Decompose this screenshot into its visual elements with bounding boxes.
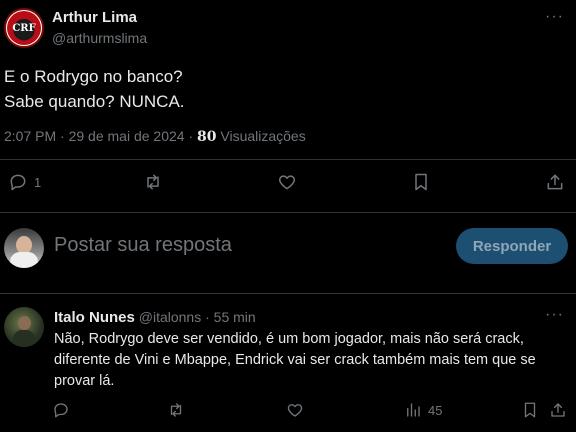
author-avatar[interactable]: CRF xyxy=(4,8,44,48)
tweet-meta: 2:07 PM · 29 de mai de 2024 · 80 Visuali… xyxy=(4,128,306,145)
reply-count: 1 xyxy=(34,174,42,190)
divider xyxy=(0,212,576,213)
share-button[interactable] xyxy=(545,172,565,192)
like-button[interactable] xyxy=(277,172,297,192)
like-icon xyxy=(278,175,296,190)
bookmark-icon xyxy=(524,402,536,418)
divider xyxy=(0,293,576,294)
comment-share-button[interactable] xyxy=(549,401,567,419)
share-icon xyxy=(547,174,563,190)
more-options-icon[interactable]: ··· xyxy=(545,8,564,26)
comment-time[interactable]: 55 min xyxy=(214,309,256,325)
tweet-text-line-2: Sabe quando? NUNCA. xyxy=(4,92,185,111)
comment-like-button[interactable] xyxy=(286,401,304,419)
comment-views-count: 45 xyxy=(428,402,443,418)
divider xyxy=(0,159,576,160)
tweet-action-bar: 1 xyxy=(0,172,576,200)
comment-action-bar: 45 xyxy=(0,401,576,425)
reply-button[interactable]: 1 xyxy=(8,172,41,192)
share-icon xyxy=(551,403,565,417)
author-handle[interactable]: @arthurmslima xyxy=(52,30,147,46)
comment-more-options-icon[interactable]: ··· xyxy=(545,306,564,324)
comment-reply-button[interactable] xyxy=(52,401,70,419)
reply-input[interactable]: Postar sua resposta xyxy=(54,234,232,257)
tweet-text: E o Rodrygo no banco? Sabe quando? NUNCA… xyxy=(4,64,185,114)
author-name[interactable]: Arthur Lima xyxy=(52,9,137,26)
reply-icon xyxy=(54,403,68,418)
comment-text: Não, Rodrygo deve ser vendido, é um bom … xyxy=(54,331,536,389)
tweet-timestamp[interactable]: 2:07 PM · 29 de mai de 2024 · xyxy=(4,128,197,144)
retweet-icon xyxy=(170,403,182,417)
views-label: Visualizações xyxy=(216,128,306,144)
comment-bookmark-button[interactable] xyxy=(521,401,539,419)
comment-author-name[interactable]: Italo Nunes xyxy=(54,309,135,326)
comment-author-avatar[interactable] xyxy=(4,307,44,347)
like-icon xyxy=(287,404,303,417)
reply-submit-button[interactable]: Responder xyxy=(456,228,568,264)
flamengo-crest-icon: CRF xyxy=(7,11,41,45)
retweet-icon xyxy=(147,174,159,190)
bookmark-icon xyxy=(415,173,427,191)
bookmark-button[interactable] xyxy=(411,172,431,192)
comment-retweet-button[interactable] xyxy=(167,401,185,419)
current-user-avatar[interactable] xyxy=(4,228,44,268)
retweet-button[interactable] xyxy=(143,172,163,192)
tweet-text-line-1: E o Rodrygo no banco? xyxy=(4,67,183,86)
comment-header: Italo Nunes @italonns · 55 min xyxy=(54,309,256,326)
comment-views-button[interactable]: 45 xyxy=(404,401,442,419)
views-icon xyxy=(407,403,420,417)
reply-icon xyxy=(10,174,26,191)
comment-time-separator: · xyxy=(201,309,214,325)
comment-author-handle[interactable]: @italonns xyxy=(139,309,201,325)
views-count: 80 xyxy=(197,129,217,145)
